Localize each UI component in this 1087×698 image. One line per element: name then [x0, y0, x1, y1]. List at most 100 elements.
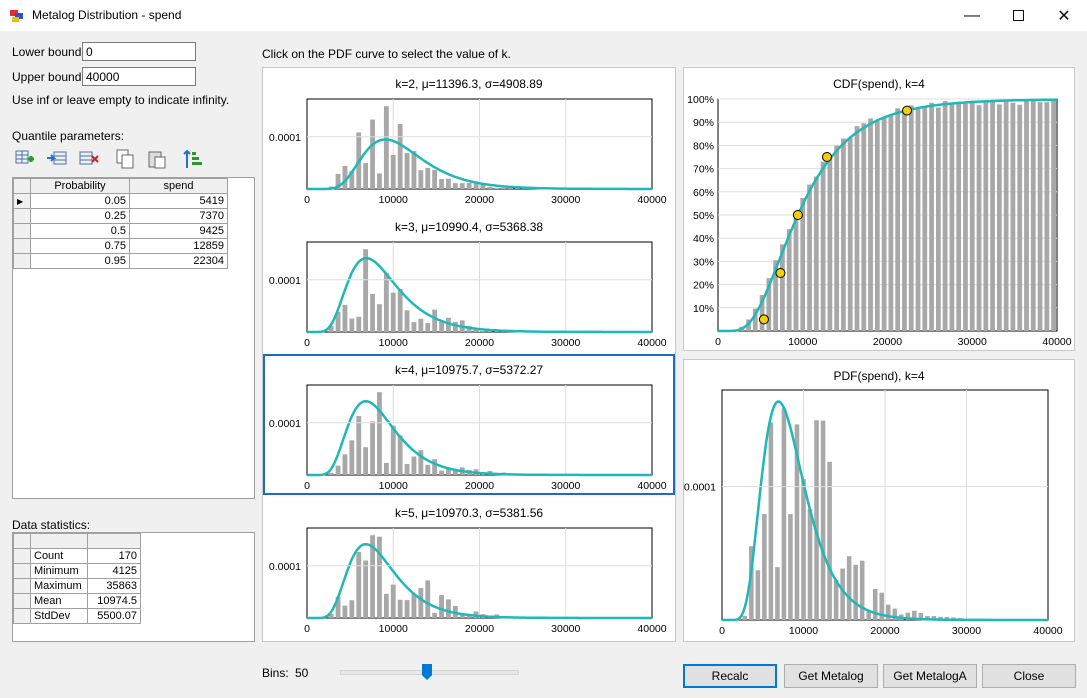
upper-bound-input[interactable]: [82, 67, 196, 86]
histogram-bar: [446, 599, 451, 618]
pdf-plots-panel[interactable]: k=2, μ=11396.3, σ=4908.89 0 10000 20000 3000…: [262, 67, 676, 642]
quantile-point: [792, 210, 803, 220]
histogram-bar: [335, 465, 341, 475]
pdf-plot-k5[interactable]: k=5, μ=10970.3, σ=5381.56 0 10000 20000 3000…: [263, 497, 675, 638]
histogram-bar: [397, 124, 403, 189]
histogram-bar: [922, 107, 928, 331]
histogram-bar: [363, 560, 369, 618]
pdf-plot-large[interactable]: PDF(spend), k=4 0 10000 20000 30000 40000 0.00…: [683, 359, 1075, 642]
bins-slider-thumb[interactable]: [422, 664, 432, 680]
quantile-table[interactable]: Probability spend ▶ 0.05 5419 0.25 7370 0.5 9…: [12, 177, 255, 499]
histogram-bar: [487, 186, 493, 189]
histogram-bar: [1003, 100, 1009, 331]
add-row-icon[interactable]: [14, 148, 36, 170]
x-tick-label: 0: [304, 337, 310, 349]
histogram-bar: [840, 568, 845, 620]
table-row[interactable]: 0.75 12859: [13, 238, 228, 254]
cell-probability[interactable]: 0.05: [30, 193, 130, 209]
column-header-spend[interactable]: spend: [129, 178, 228, 194]
stat-value: 170: [87, 548, 141, 564]
table-row[interactable]: ▶ 0.05 5419: [13, 193, 228, 209]
delete-row-icon[interactable]: [78, 148, 100, 170]
lower-bound-input[interactable]: [82, 42, 196, 61]
histogram-bar: [349, 600, 355, 618]
x-tick-label: 40000: [637, 194, 666, 206]
histogram-bar: [446, 178, 451, 189]
histogram-bar: [363, 447, 369, 475]
histogram-bar: [432, 459, 438, 475]
copy-icon[interactable]: [114, 148, 136, 170]
recalc-button[interactable]: Recalc: [683, 664, 777, 688]
histogram-bar: [788, 514, 793, 620]
y-tick-label: 60%: [693, 187, 714, 199]
get-metalog-button[interactable]: Get Metalog: [784, 664, 878, 688]
histogram-bar: [768, 422, 774, 620]
table-row[interactable]: 0.25 7370: [13, 208, 228, 224]
histogram-bar: [418, 170, 424, 189]
histogram-bar: [996, 104, 1002, 331]
histogram-bar: [328, 472, 334, 475]
x-tick-label: 10000: [788, 336, 817, 348]
table-row: Count 170: [13, 548, 141, 564]
quantile-point: [758, 314, 769, 325]
histogram-bar: [383, 273, 389, 332]
pdf-plot-k2[interactable]: k=2, μ=11396.3, σ=4908.89 0 10000 20000 3000…: [263, 68, 675, 209]
histogram-bar: [874, 121, 880, 331]
table-row[interactable]: 0.5 9425: [13, 223, 228, 239]
table-row[interactable]: 0.95 22304: [13, 253, 228, 269]
x-tick-label: 20000: [465, 623, 494, 635]
cell-probability[interactable]: 0.5: [30, 223, 130, 239]
x-tick-label: 10000: [789, 625, 818, 637]
histogram-bar: [868, 118, 873, 331]
histogram-bar: [411, 151, 417, 189]
cell-spend[interactable]: 9425: [129, 223, 228, 239]
cdf-plot[interactable]: CDF(spend), k=4 10% 20% 30% 40% 50% 60% 70% 80% 9…: [683, 67, 1075, 351]
close-window-button[interactable]: ✕: [1041, 0, 1087, 31]
x-tick-label: 20000: [870, 625, 899, 637]
column-header-probability[interactable]: Probability: [30, 178, 130, 194]
histogram-bar: [969, 100, 975, 331]
cell-spend[interactable]: 5419: [129, 193, 228, 209]
histogram-bar: [929, 102, 934, 331]
histogram-bar: [370, 119, 375, 189]
minimize-button[interactable]: —: [949, 0, 995, 31]
histogram-bar: [432, 170, 438, 189]
x-tick-label: 30000: [958, 336, 987, 348]
histogram-bar: [418, 318, 424, 332]
paste-icon[interactable]: [146, 148, 168, 170]
histogram-bar: [342, 454, 348, 475]
histogram-bar: [847, 138, 853, 331]
histogram-bar: [793, 211, 799, 331]
histogram-bar: [1024, 99, 1029, 331]
chart-title: k=5, μ=10970.3, σ=5381.56: [395, 506, 543, 520]
histogram-bar: [963, 103, 968, 332]
histogram-bar: [762, 514, 767, 620]
x-tick-label: 10000: [379, 194, 408, 206]
histogram-bar: [834, 145, 840, 331]
y-tick-label: 0.0001: [684, 482, 716, 494]
histogram-bar: [432, 309, 438, 332]
cell-probability[interactable]: 0.25: [30, 208, 130, 224]
maximize-button[interactable]: [995, 0, 1041, 31]
histogram-bar: [885, 604, 891, 620]
pdf-plot-k4-selected[interactable]: k=4, μ=10975.7, σ=5372.27 0 10000 20000 3000…: [263, 354, 675, 495]
pdf-plot-k3[interactable]: k=3, μ=10990.4, σ=5368.38 0 10000 20000 3000…: [263, 211, 675, 352]
insert-row-icon[interactable]: [46, 148, 68, 170]
cell-probability[interactable]: 0.95: [30, 253, 130, 269]
sort-icon[interactable]: [182, 148, 204, 170]
cell-spend[interactable]: 7370: [129, 208, 228, 224]
y-tick-label: 20%: [693, 280, 714, 292]
close-icon: ✕: [1057, 7, 1071, 25]
cell-spend[interactable]: 12859: [129, 238, 228, 254]
get-metaloga-button[interactable]: Get MetalogA: [883, 664, 977, 688]
histogram-bar: [404, 310, 410, 332]
histogram-bar: [983, 101, 989, 332]
y-tick-label: 30%: [693, 256, 714, 268]
y-tick-label: 0.0001: [269, 561, 301, 573]
stat-name: StdDev: [30, 608, 88, 624]
cell-spend[interactable]: 22304: [129, 253, 228, 269]
histogram-bar: [861, 123, 867, 332]
cell-probability[interactable]: 0.75: [30, 238, 130, 254]
close-button[interactable]: Close: [982, 664, 1076, 688]
histogram-bar: [356, 416, 362, 475]
